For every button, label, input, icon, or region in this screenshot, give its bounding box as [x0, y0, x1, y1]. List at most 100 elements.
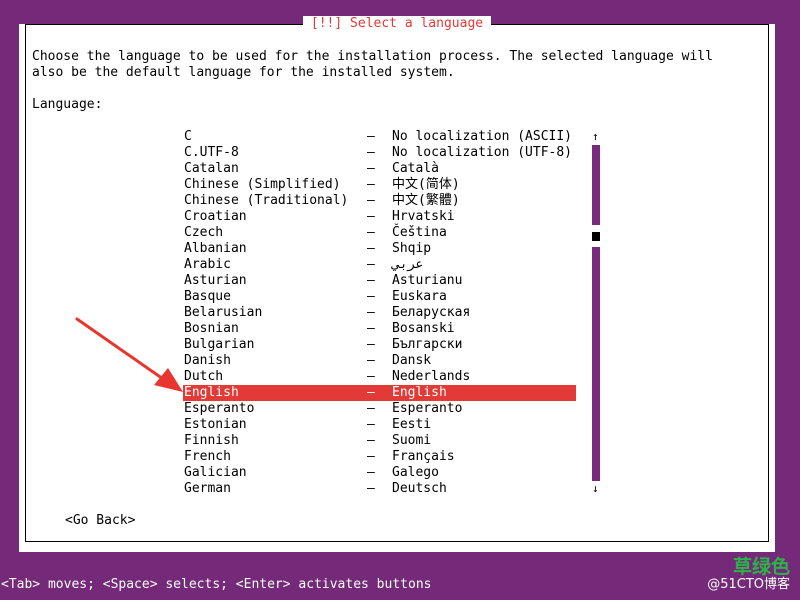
keyboard-help-statusbar: <Tab> moves; <Space> selects; <Enter> ac…: [1, 577, 432, 592]
language-option[interactable]: Chinese (Simplified) – 中文(简体): [183, 177, 576, 193]
language-local-name: Hrvatski: [392, 209, 455, 224]
language-name: Belarusian: [184, 305, 263, 320]
language-name: Albanian: [184, 241, 247, 256]
language-option[interactable]: Albanian – Shqip: [183, 241, 576, 257]
language-separator: –: [367, 193, 375, 208]
language-option[interactable]: Danish – Dansk: [183, 353, 576, 369]
language-local-name: Esperanto: [392, 401, 463, 416]
language-name: English: [184, 385, 239, 400]
language-separator: –: [367, 465, 375, 480]
scroll-down-arrow-icon[interactable]: ↓: [592, 481, 599, 497]
language-option[interactable]: Arabic – عربي: [183, 257, 576, 273]
language-name: Bulgarian: [184, 337, 255, 352]
language-separator: –: [367, 401, 375, 416]
language-local-name: Nederlands: [392, 369, 471, 384]
language-name: Galician: [184, 465, 247, 480]
dialog-intro-text: Choose the language to be used for the i…: [32, 49, 713, 80]
language-separator: –: [367, 289, 375, 304]
language-name: Asturian: [184, 273, 247, 288]
language-option[interactable]: Asturian – Asturianu: [183, 273, 576, 289]
language-option-selected[interactable]: English – English: [183, 385, 576, 401]
language-local-name: Български: [392, 337, 463, 352]
language-separator: –: [367, 161, 375, 176]
scrollbar-track[interactable]: [592, 145, 600, 481]
language-option[interactable]: Chinese (Traditional) – 中文(繁體): [183, 193, 576, 209]
language-local-name: 中文(简体): [392, 177, 460, 192]
language-local-name: 中文(繁體): [392, 193, 460, 208]
select-language-dialog: [!!] Select a language Choose the langua…: [19, 16, 775, 552]
language-option[interactable]: Galician – Galego: [183, 465, 576, 481]
language-name: Danish: [184, 353, 231, 368]
language-local-name: Беларуская: [392, 305, 471, 320]
language-option[interactable]: Croatian – Hrvatski: [183, 209, 576, 225]
language-separator: –: [367, 177, 375, 192]
language-separator: –: [367, 209, 375, 224]
language-option[interactable]: Czech – Čeština: [183, 225, 576, 241]
language-name: Bosnian: [184, 321, 239, 336]
language-name: French: [184, 449, 231, 464]
language-separator: –: [367, 385, 375, 400]
language-local-name: Eesti: [392, 417, 432, 432]
language-option[interactable]: Basque – Euskara: [183, 289, 576, 305]
language-separator: –: [367, 369, 375, 384]
language-name: Finnish: [184, 433, 239, 448]
language-label: Language:: [32, 97, 103, 112]
language-name: C: [184, 129, 192, 144]
language-local-name: عربي: [392, 257, 424, 272]
language-name: German: [184, 481, 231, 496]
watermark-brand: 草绿色: [732, 556, 790, 578]
language-option[interactable]: C.UTF-8 – No localization (UTF-8): [183, 145, 576, 161]
language-separator: –: [367, 305, 375, 320]
language-option[interactable]: Belarusian – Беларуская: [183, 305, 576, 321]
language-local-name: Deutsch: [392, 481, 447, 496]
language-separator: –: [367, 337, 375, 352]
language-local-name: Suomi: [392, 433, 432, 448]
language-separator: –: [367, 353, 375, 368]
language-separator: –: [367, 321, 375, 336]
language-separator: –: [367, 417, 375, 432]
language-name: Catalan: [184, 161, 239, 176]
language-option[interactable]: Bosnian – Bosanski: [183, 321, 576, 337]
language-scrollbar[interactable]: ↑ ↓: [591, 129, 601, 497]
language-option[interactable]: Bulgarian – Български: [183, 337, 576, 353]
language-name: Esperanto: [184, 401, 255, 416]
language-separator: –: [367, 129, 375, 144]
language-option[interactable]: Catalan – Català: [183, 161, 576, 177]
language-separator: –: [367, 257, 375, 272]
watermark-site: @51CTO博客: [707, 577, 790, 592]
language-option[interactable]: Estonian – Eesti: [183, 417, 576, 433]
language-name: Czech: [184, 225, 224, 240]
language-local-name: Euskara: [392, 289, 447, 304]
language-option[interactable]: Esperanto – Esperanto: [183, 401, 576, 417]
language-option[interactable]: Finnish – Suomi: [183, 433, 576, 449]
language-local-name: English: [392, 385, 447, 400]
language-list[interactable]: C – No localization (ASCII) C.UTF-8 – No loca…: [183, 129, 577, 497]
language-separator: –: [367, 241, 375, 256]
language-local-name: Shqip: [392, 241, 432, 256]
language-name: C.UTF-8: [184, 145, 239, 160]
language-separator: –: [367, 225, 375, 240]
language-name: Basque: [184, 289, 231, 304]
dialog-title: [!!] Select a language: [26, 16, 768, 32]
language-option[interactable]: German – Deutsch: [183, 481, 576, 497]
language-local-name: Català: [392, 161, 439, 176]
language-local-name: No localization (ASCII): [392, 129, 573, 144]
language-local-name: No localization (UTF-8): [392, 145, 573, 160]
watermark: 草绿色 @51CTO博客: [707, 556, 790, 592]
language-separator: –: [367, 145, 375, 160]
language-name: Dutch: [184, 369, 224, 384]
language-option[interactable]: C – No localization (ASCII): [183, 129, 576, 145]
language-separator: –: [367, 273, 375, 288]
language-name: Chinese (Traditional): [184, 193, 349, 208]
language-local-name: Čeština: [392, 225, 447, 240]
scrollbar-thumb[interactable]: [592, 232, 600, 241]
go-back-button[interactable]: <Go Back>: [65, 513, 135, 529]
language-option[interactable]: Dutch – Nederlands: [183, 369, 576, 385]
scroll-up-arrow-icon[interactable]: ↑: [592, 129, 599, 145]
language-name: Chinese (Simplified): [184, 177, 341, 192]
language-name: Arabic: [184, 257, 231, 272]
language-option[interactable]: French – Français: [183, 449, 576, 465]
language-name: Croatian: [184, 209, 247, 224]
language-separator: –: [367, 481, 375, 496]
language-separator: –: [367, 433, 375, 448]
